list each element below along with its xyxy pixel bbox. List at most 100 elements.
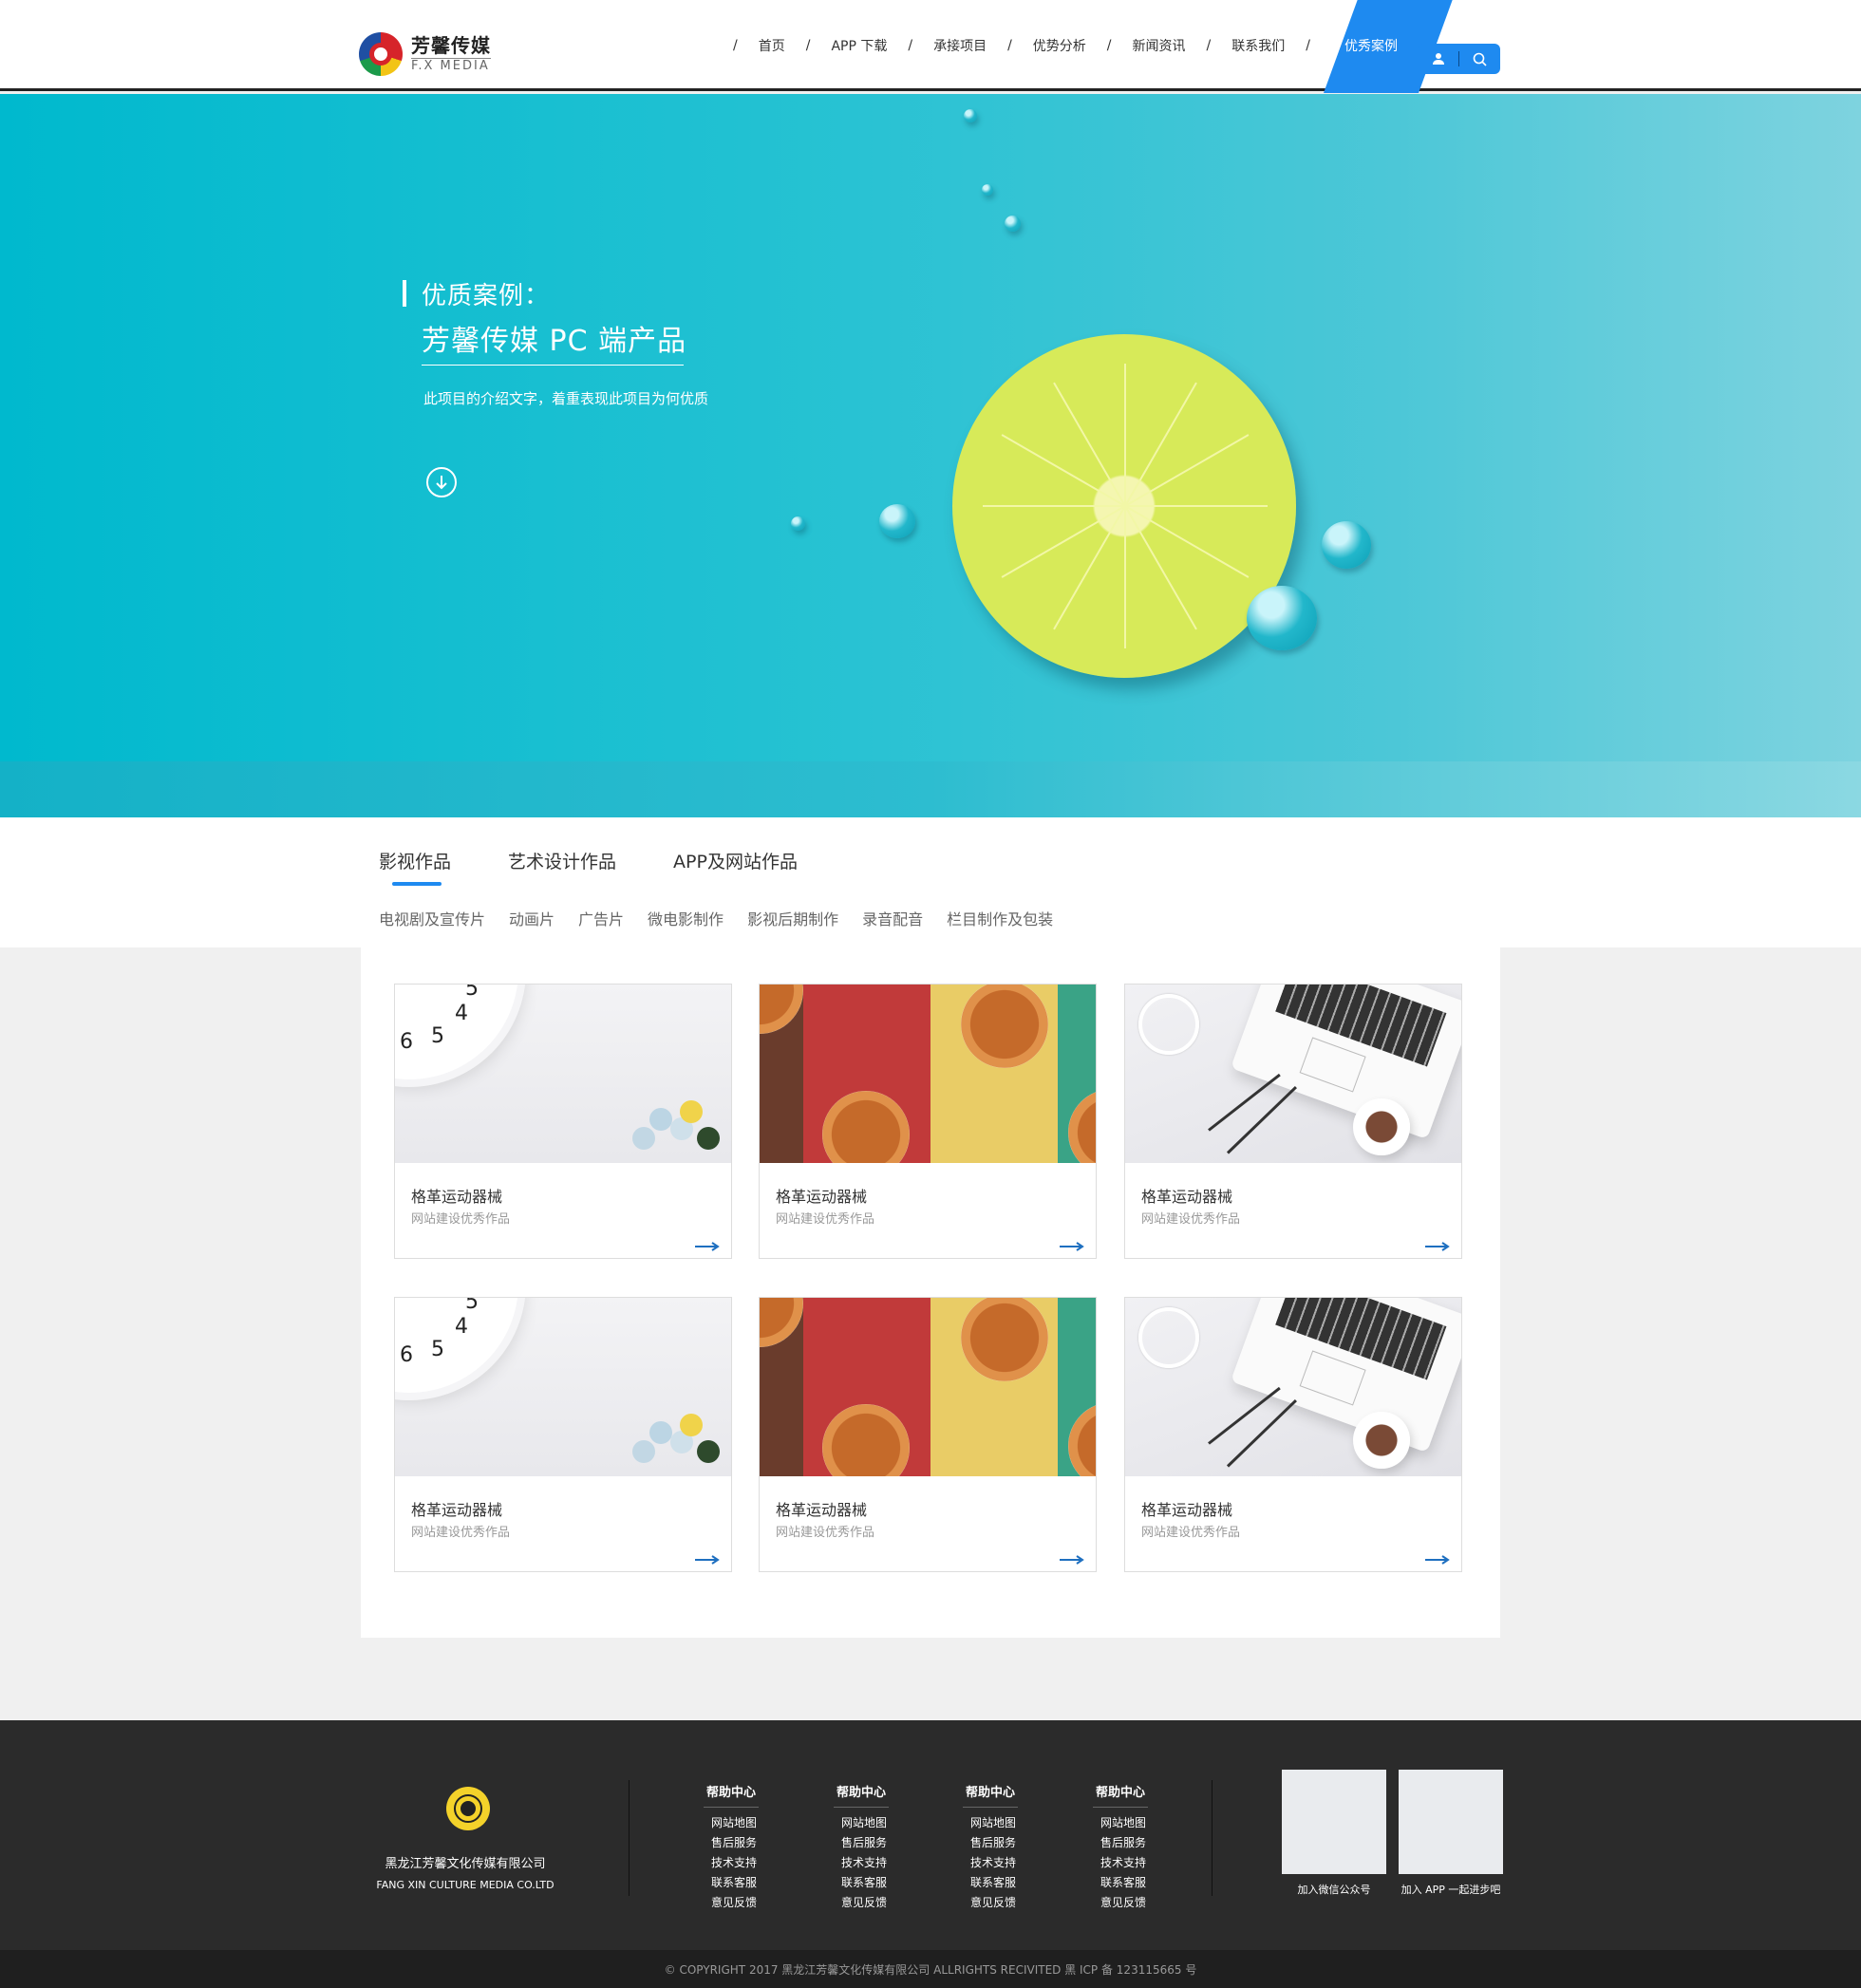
user-icon[interactable] (1419, 52, 1458, 66)
footer-link[interactable]: 技术支持 (841, 1853, 910, 1873)
work-card-subtitle: 网站建设优秀作品 (411, 1526, 511, 1540)
footer-link[interactable]: 售后服务 (841, 1833, 910, 1853)
footer-link[interactable]: 意见反馈 (711, 1893, 780, 1913)
nav-item-home[interactable]: 首页 (759, 36, 785, 55)
water-drop (791, 516, 805, 531)
copyright-bar: © COPYRIGHT 2017 黑龙江芳馨文化传媒有限公司 ALLRIGHTS… (0, 1950, 1861, 1988)
subtab-micro-film[interactable]: 微电影制作 (648, 907, 724, 929)
work-card[interactable]: 5 4 6 5 格革运动器械 网站建设优秀作品 (394, 984, 732, 1259)
footer-link[interactable]: 技术支持 (1100, 1853, 1169, 1873)
arrow-right-icon[interactable] (695, 1237, 720, 1251)
hero-description: 此项目的介绍文字，着重表现此项目为何优质 (423, 390, 709, 407)
pen (1226, 1398, 1297, 1468)
lemon-segment-line (1001, 505, 1126, 578)
work-thumbnail-laptop (1125, 1298, 1461, 1476)
clock-dial (395, 1298, 518, 1393)
arrow-down-circle-icon[interactable] (426, 467, 457, 497)
site-header: 芳馨传媒 F.X MEDIA / 首页 / APP 下载 / 承接项目 / 优势… (0, 0, 1861, 93)
footer-link[interactable]: 网站地图 (970, 1813, 1039, 1833)
pen (1226, 1085, 1297, 1154)
work-card[interactable]: 5 4 6 5 格革运动器械 网站建设优秀作品 (394, 1297, 732, 1572)
footer-link[interactable]: 联系客服 (711, 1873, 780, 1893)
footer-divider (629, 1780, 630, 1896)
footer-link[interactable]: 技术支持 (711, 1853, 780, 1873)
work-card-subtitle: 网站建设优秀作品 (411, 1212, 511, 1227)
flower-decoration (632, 1440, 655, 1463)
work-card[interactable]: 格革运动器械 网站建设优秀作品 (759, 984, 1097, 1259)
pen (1208, 1073, 1281, 1132)
subtab-tv-promo[interactable]: 电视剧及宣传片 (379, 907, 485, 929)
brand-logo[interactable]: 芳馨传媒 F.X MEDIA (359, 32, 491, 76)
water-drop (982, 184, 993, 196)
footer-link[interactable]: 联系客服 (841, 1873, 910, 1893)
coffee-cup (1353, 1098, 1410, 1155)
nav-item-news[interactable]: 新闻资讯 (1133, 36, 1186, 55)
category-tabs-section: 影视作品 艺术设计作品 APP及网站作品 电视剧及宣传片 动画片 广告片 微电影… (0, 817, 1861, 947)
tab-art-design[interactable]: 艺术设计作品 (508, 848, 616, 873)
cupcake (961, 1298, 1048, 1381)
clock-number: 4 (455, 1315, 468, 1339)
nav-item-app-download[interactable]: APP 下载 (831, 36, 887, 55)
footer-link[interactable]: 联系客服 (970, 1873, 1039, 1893)
footer-link[interactable]: 意见反馈 (1100, 1893, 1169, 1913)
category-tabs: 影视作品 艺术设计作品 APP及网站作品 (379, 848, 855, 886)
arrow-right-icon[interactable] (1425, 1550, 1450, 1565)
headphones (1138, 1307, 1199, 1368)
lemon-segment-line (1124, 505, 1250, 578)
nav-separator: / (908, 38, 913, 53)
footer-link[interactable]: 网站地图 (841, 1813, 910, 1833)
water-drop (1005, 216, 1021, 232)
clock-dial (395, 985, 518, 1079)
work-card-subtitle: 网站建设优秀作品 (776, 1212, 875, 1227)
clock-number: 6 (400, 1030, 413, 1054)
sub-category-list: 电视剧及宣传片 动画片 广告片 微电影制作 影视后期制作 录音配音 栏目制作及包… (379, 907, 1077, 929)
footer-company-cn: 黑龙江芳馨文化传媒有限公司 (385, 1857, 546, 1871)
work-card[interactable]: 格革运动器械 网站建设优秀作品 (759, 1297, 1097, 1572)
subtab-ads[interactable]: 广告片 (578, 907, 624, 929)
arrow-right-icon[interactable] (1060, 1237, 1084, 1251)
clock-number: 5 (431, 1024, 444, 1048)
nav-item-advantages[interactable]: 优势分析 (1033, 36, 1086, 55)
work-card-subtitle: 网站建设优秀作品 (776, 1526, 875, 1540)
app-qr-code (1399, 1770, 1503, 1874)
footer-link[interactable]: 意见反馈 (970, 1893, 1039, 1913)
arrow-right-icon[interactable] (1425, 1237, 1450, 1251)
nav-separator: / (1306, 38, 1310, 53)
tab-film-works[interactable]: 影视作品 (379, 848, 451, 886)
subtab-program-packaging[interactable]: 栏目制作及包装 (947, 907, 1053, 929)
nav-item-cases-active[interactable]: 优秀案例 (1323, 0, 1454, 93)
footer-link[interactable]: 联系客服 (1100, 1873, 1169, 1893)
subtab-dubbing[interactable]: 录音配音 (862, 907, 923, 929)
work-card-title: 格革运动器械 (411, 1188, 503, 1206)
search-icon[interactable] (1459, 52, 1499, 66)
footer-link[interactable]: 技术支持 (970, 1853, 1039, 1873)
arrow-right-icon[interactable] (1060, 1550, 1084, 1565)
nav-item-contact[interactable]: 联系我们 (1231, 36, 1285, 55)
flower-decoration (632, 1127, 655, 1150)
nav-separator: / (1106, 38, 1112, 53)
footer-link[interactable]: 意见反馈 (841, 1893, 910, 1913)
footer-link[interactable]: 售后服务 (1100, 1833, 1169, 1853)
footer-link[interactable]: 售后服务 (970, 1833, 1039, 1853)
work-thumbnail-cakes (760, 985, 1096, 1163)
work-card-subtitle: 网站建设优秀作品 (1141, 1212, 1241, 1227)
footer-link[interactable]: 网站地图 (1100, 1813, 1169, 1833)
work-card[interactable]: 格革运动器械 网站建设优秀作品 (1124, 1297, 1462, 1572)
subtab-post-production[interactable]: 影视后期制作 (747, 907, 838, 929)
flower-decoration (697, 1127, 720, 1150)
cupcake (961, 985, 1048, 1068)
hero-banner: 优质案例： 芳馨传媒 PC 端产品 此项目的介绍文字，着重表现此项目为何优质 (0, 94, 1861, 817)
work-thumbnail-cakes (760, 1298, 1096, 1476)
lemon-segment-line (983, 505, 1125, 507)
footer-link[interactable]: 网站地图 (711, 1813, 780, 1833)
nav-item-cases-label: 优秀案例 (1344, 39, 1398, 54)
tab-app-web[interactable]: APP及网站作品 (673, 848, 798, 873)
work-card[interactable]: 格革运动器械 网站建设优秀作品 (1124, 984, 1462, 1259)
nav-item-projects[interactable]: 承接项目 (933, 36, 987, 55)
hero-divider (422, 365, 684, 366)
pen (1208, 1386, 1281, 1445)
subtab-animation[interactable]: 动画片 (509, 907, 555, 929)
arrow-right-icon[interactable] (695, 1550, 720, 1565)
lemon-segment-line (1001, 434, 1126, 507)
footer-link[interactable]: 售后服务 (711, 1833, 780, 1853)
